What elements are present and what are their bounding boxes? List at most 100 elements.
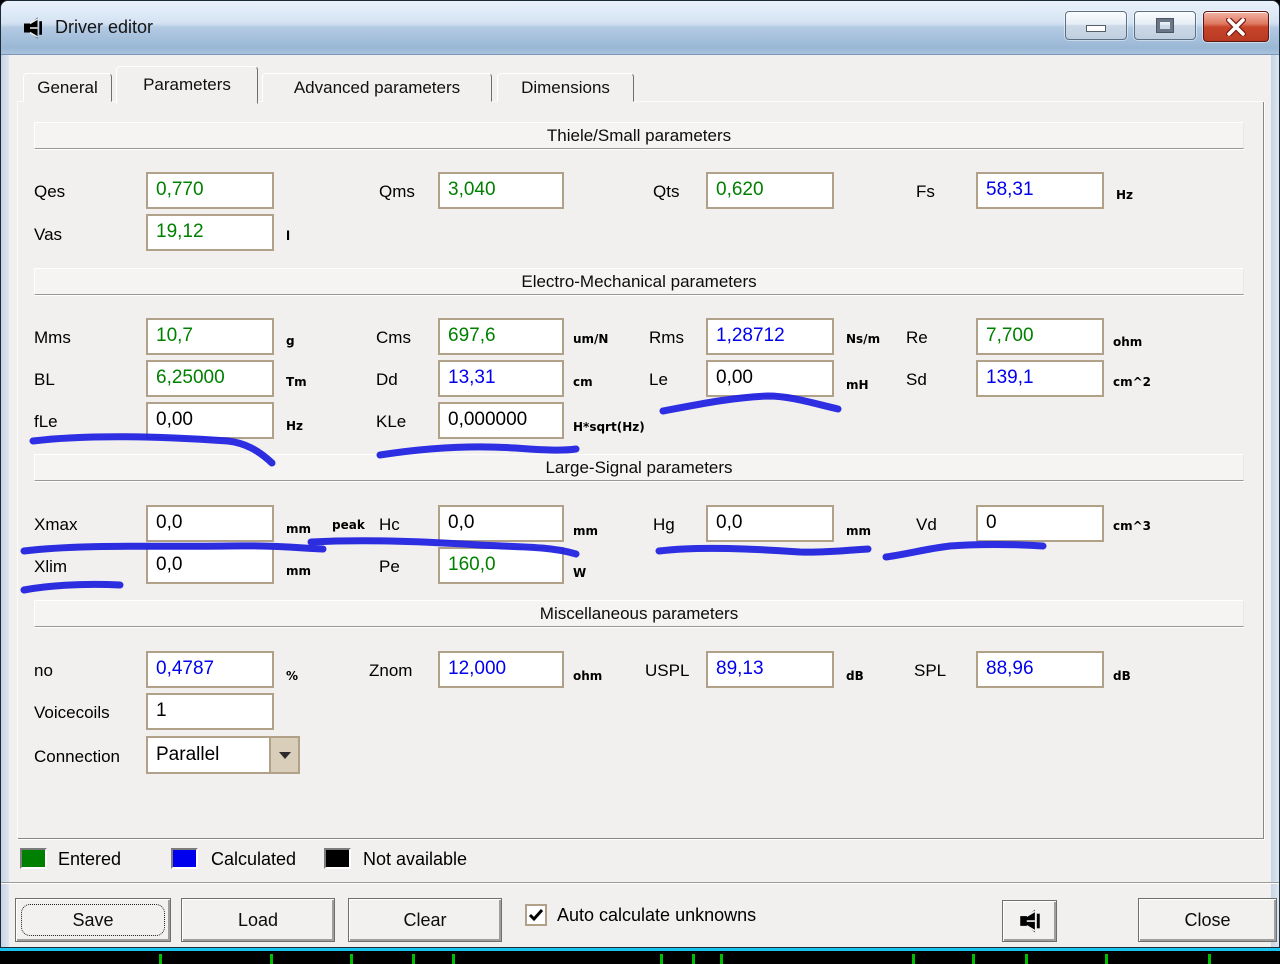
tab-advanced-parameters[interactable]: Advanced parameters — [262, 73, 492, 102]
tab-dimensions[interactable]: Dimensions — [497, 73, 634, 102]
field-input-bl[interactable]: 6,25000 — [146, 360, 274, 397]
window-title: Driver editor — [55, 17, 154, 37]
connection-selected-value: Parallel — [156, 744, 220, 765]
maximize-icon — [1156, 18, 1174, 33]
minimize-button[interactable] — [1065, 11, 1127, 40]
field-value-no: 0,4787 — [156, 658, 215, 679]
field-value-qes: 0,770 — [156, 179, 204, 200]
field-input-cms[interactable]: 697,6 — [438, 318, 564, 355]
connection-dropdown-button[interactable] — [269, 738, 298, 772]
unit-xlim: mm — [286, 564, 312, 578]
field-value-qts: 0,620 — [716, 179, 764, 200]
tick-mark — [912, 954, 915, 964]
load-button[interactable]: Load — [181, 898, 335, 942]
close-button[interactable]: Close — [1138, 898, 1277, 942]
field-input-spl[interactable]: 88,96 — [976, 651, 1104, 688]
field-label-vas: Vas — [34, 225, 63, 244]
unit-cms: um/N — [573, 332, 609, 346]
tick-mark — [159, 954, 162, 964]
clear-button-label: Clear — [403, 909, 447, 930]
tick-mark — [692, 954, 695, 964]
field-input-pe[interactable]: 160,0 — [438, 547, 564, 584]
field-input-znom[interactable]: 12,000 — [438, 651, 564, 688]
field-input-re[interactable]: 7,700 — [976, 318, 1104, 355]
field-input-qes[interactable]: 0,770 — [146, 172, 274, 209]
field-input-voicecoils[interactable]: 1 — [146, 693, 274, 730]
field-input-sd[interactable]: 139,1 — [976, 360, 1104, 397]
close-button-label: Close — [1184, 909, 1231, 930]
field-input-hc[interactable]: 0,0 — [438, 505, 564, 542]
field-value-hc: 0,0 — [448, 512, 475, 533]
field-input-uspl[interactable]: 89,13 — [706, 651, 834, 688]
section-header-large-signal: Large-Signal parameters — [34, 454, 1244, 481]
footer-divider — [1, 882, 1279, 884]
tab-parameters[interactable]: Parameters — [116, 66, 258, 104]
field-value-hg: 0,0 — [716, 512, 743, 533]
field-input-qms[interactable]: 3,040 — [438, 172, 564, 209]
field-input-fs[interactable]: 58,31 — [976, 172, 1104, 209]
field-input-rms[interactable]: 1,28712 — [706, 318, 834, 355]
titlebar[interactable]: Driver editor — [1, 1, 1279, 55]
auto-calculate-checkbox[interactable] — [525, 904, 547, 926]
field-label-dd: Dd — [376, 370, 398, 389]
field-value-qms: 3,040 — [448, 179, 496, 200]
field-label-mms: Mms — [34, 328, 71, 347]
field-input-mms[interactable]: 10,7 — [146, 318, 274, 355]
legend-label-entered: Entered — [58, 849, 122, 869]
field-value-spl: 88,96 — [986, 658, 1034, 679]
clear-button[interactable]: Clear — [348, 898, 502, 942]
field-label-qts: Qts — [653, 182, 680, 201]
legend-swatch-entered — [20, 848, 47, 869]
field-value-kle: 0,000000 — [448, 409, 528, 430]
field-value-rms: 1,28712 — [716, 325, 785, 346]
maximize-button[interactable] — [1134, 11, 1196, 40]
field-input-qts[interactable]: 0,620 — [706, 172, 834, 209]
field-input-vas[interactable]: 19,12 — [146, 214, 274, 251]
tab-dimensions-label: Dimensions — [521, 77, 610, 97]
field-input-dd[interactable]: 13,31 — [438, 360, 564, 397]
legend-label-not-available: Not available — [363, 849, 468, 869]
load-button-label: Load — [237, 909, 279, 930]
unit-no: % — [286, 669, 299, 683]
tick-mark — [452, 954, 455, 964]
close-window-button[interactable] — [1203, 11, 1269, 42]
field-label-xlim: Xlim — [34, 557, 68, 576]
tab-advanced-parameters-label: Advanced parameters — [293, 77, 461, 97]
field-input-le[interactable]: 0,00 — [706, 360, 834, 397]
speaker-test-button[interactable] — [1002, 900, 1057, 942]
section-header-thiele-small: Thiele/Small parameters — [34, 122, 1244, 149]
window-frame-left — [1, 55, 9, 947]
field-value-vas: 19,12 — [156, 221, 204, 242]
connection-dropdown[interactable]: Parallel — [146, 736, 300, 774]
unit-dd: cm — [573, 375, 593, 389]
field-value-mms: 10,7 — [156, 325, 193, 346]
unit-hc: mm — [573, 524, 599, 538]
field-label-kle: KLe — [376, 412, 407, 431]
field-label-xmax: Xmax — [34, 515, 78, 534]
field-input-fle[interactable]: 0,00 — [146, 402, 274, 439]
field-input-xlim[interactable]: 0,0 — [146, 547, 274, 584]
field-label-qms: Qms — [379, 182, 415, 201]
field-input-kle[interactable]: 0,000000 — [438, 402, 564, 439]
speaker-icon — [1019, 909, 1040, 933]
close-icon — [1226, 17, 1246, 36]
field-input-xmax[interactable]: 0,0 — [146, 505, 274, 542]
field-label-qes: Qes — [34, 182, 66, 201]
field-label-sd: Sd — [906, 370, 927, 389]
tick-mark — [972, 954, 975, 964]
unit-hg: mm — [846, 524, 872, 538]
minimize-icon — [1086, 25, 1106, 32]
save-button[interactable]: Save — [15, 898, 171, 942]
field-value-cms: 697,6 — [448, 325, 496, 346]
field-label-voicecoils: Voicecoils — [34, 703, 110, 722]
field-value-uspl: 89,13 — [716, 658, 764, 679]
legend-label-calculated: Calculated — [211, 849, 297, 869]
field-input-hg[interactable]: 0,0 — [706, 505, 834, 542]
field-label-no: no — [34, 661, 53, 680]
field-input-no[interactable]: 0,4787 — [146, 651, 274, 688]
tab-general[interactable]: General — [23, 73, 112, 102]
window-frame-right — [1271, 55, 1279, 947]
field-input-vd[interactable]: 0 — [976, 505, 1104, 542]
tab-general-label: General — [37, 77, 98, 97]
field-value-voicecoils: 1 — [156, 700, 167, 721]
